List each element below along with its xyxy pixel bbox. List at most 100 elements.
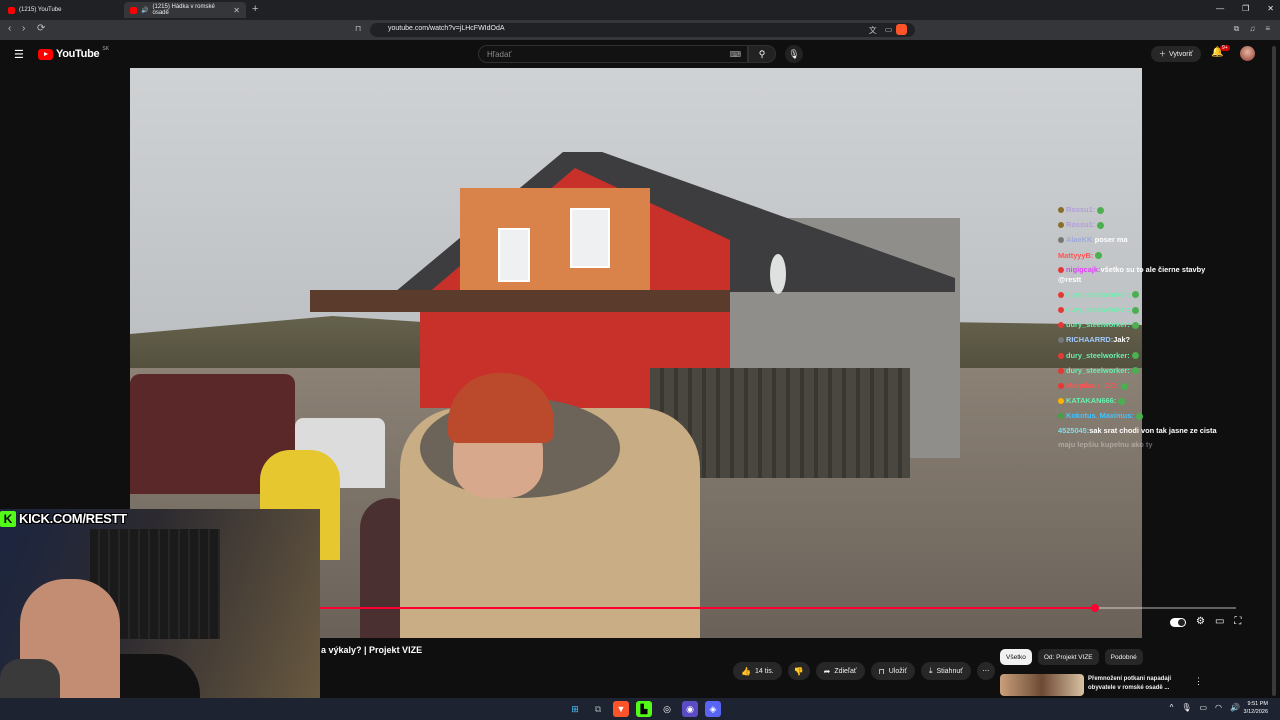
new-tab-button[interactable]: + [252, 3, 258, 15]
close-window-icon[interactable]: ✕ [1267, 4, 1274, 13]
kick-logo-icon: K [0, 510, 16, 527]
extensions-icon[interactable]: ⧉ [1234, 24, 1240, 34]
chat-message: 4525045:sak srat chodi von tak jasne ze … [1058, 426, 1230, 436]
chat-badge-icon [1058, 413, 1064, 420]
wifi-icon[interactable]: ◠ [1215, 703, 1222, 712]
translate-icon[interactable]: 文 [869, 25, 877, 36]
download-button[interactable]: ⤓ Stiahnuť [920, 662, 971, 680]
media-icon[interactable]: ♫ [1249, 24, 1255, 34]
account-avatar[interactable] [1240, 46, 1255, 61]
cast-icon[interactable]: ▭ [885, 25, 893, 36]
volume-icon[interactable]: 🔊 [1230, 703, 1240, 712]
brave-browser-icon[interactable]: ▼ [613, 701, 629, 717]
chip-from-channel[interactable]: Od: Projekt VIZE [1037, 649, 1099, 665]
brave-shield-icon[interactable] [896, 24, 907, 35]
hamburger-menu-icon[interactable]: ☰ [14, 48, 24, 61]
chat-message: Marpilaus_OG: [1058, 378, 1230, 393]
mic-tray-icon[interactable]: 🎙 [1181, 703, 1191, 712]
recommended-video[interactable]: Přemnožení potkani napadají obyvatele v … [1000, 674, 1270, 696]
voice-search-button[interactable]: 🎙 [785, 45, 803, 63]
download-label: Stiahnuť [936, 667, 963, 675]
window-controls: — ❐ ✕ [1216, 4, 1274, 13]
dislike-button[interactable]: 👎 [787, 662, 810, 680]
share-button[interactable]: ➦ Zdieľať [815, 662, 865, 680]
like-button[interactable]: 👍 14 tis. [733, 662, 782, 680]
discord-icon[interactable]: ◈ [705, 701, 721, 717]
save-button[interactable]: ⊓ Uložiť [870, 662, 915, 680]
menu-icon[interactable]: ≡ [1265, 24, 1270, 34]
url-field[interactable]: youtube.com/watch?v=jLHcFWIdOdA 文 ▭ ⇪ [370, 23, 915, 37]
kick-app-icon[interactable]: ▙ [636, 701, 652, 717]
chat-emote-icon [1097, 221, 1105, 229]
microphone-icon: 🎙 [788, 49, 800, 59]
create-label: Vytvoriť [1169, 50, 1193, 58]
chat-username[interactable]: dury_steelworker: [1066, 290, 1130, 299]
windows-start-icon[interactable]: ⊞ [567, 701, 583, 717]
chat-username[interactable]: 4525045: [1058, 426, 1089, 435]
github-icon[interactable]: ◎ [659, 701, 675, 717]
theater-mode-icon[interactable]: ▭ [1215, 616, 1224, 627]
reload-icon[interactable]: ⟳ [37, 23, 45, 34]
chat-username[interactable]: Rossu1: [1066, 220, 1095, 229]
chat-username[interactable]: dury_steelworker: [1066, 305, 1130, 314]
download-icon: ⤓ [928, 666, 933, 675]
chat-message: nigigcajk:všetko su to ale čierne stavby… [1058, 265, 1230, 285]
chat-username[interactable]: Rossu1: [1066, 205, 1095, 214]
chat-username[interactable]: MattyyyB: [1058, 251, 1093, 260]
bookmark-icon[interactable]: ⊓ [355, 24, 361, 33]
fullscreen-icon[interactable]: ⛶ [1234, 616, 1241, 627]
more-actions-button[interactable]: ⋯ [976, 662, 995, 680]
chat-text: poser ma [1094, 235, 1128, 245]
search-input[interactable]: Hľadať ⌨ [478, 45, 748, 63]
chat-username[interactable]: AlaeKK: [1066, 235, 1095, 244]
obs-icon[interactable]: ◉ [682, 701, 698, 717]
display-icon[interactable]: ▭ [1199, 703, 1207, 712]
chat-username[interactable]: dury_steelworker: [1066, 320, 1130, 329]
chip-all[interactable]: Všetko [1000, 649, 1032, 665]
address-bar-row: ‹ › ⟳ ⊓ youtube.com/watch?v=jLHcFWIdOdA … [0, 20, 1280, 40]
browser-tab[interactable]: (1215) YouTube [2, 2, 118, 18]
recommended-thumbnail[interactable] [1000, 674, 1084, 696]
search-button[interactable]: ⚲ [748, 45, 776, 63]
task-view-icon[interactable]: ⧉ [590, 701, 606, 717]
chat-emote-icon [1095, 252, 1103, 260]
chat-username[interactable]: Marpilaus_OG: [1066, 381, 1119, 390]
more-options-icon[interactable]: ⋮ [1194, 676, 1203, 687]
like-count: 14 tis. [754, 667, 774, 675]
chat-username[interactable]: nigigcajk: [1066, 265, 1101, 274]
chat-username[interactable]: RICHAARRD: [1066, 335, 1113, 344]
chat-text: sak srat chodi von tak jasne ze cista [1089, 425, 1217, 435]
recommended-title[interactable]: Přemnožení potkani napadají obyvatele v … [1088, 675, 1188, 693]
taskbar-clock[interactable]: 9:51 PM 3/12/2026 [1244, 700, 1268, 716]
chat-username[interactable]: KATAKAN666: [1066, 396, 1116, 405]
youtube-logo[interactable]: YouTube SK [38, 46, 109, 60]
chat-username[interactable]: Kokotus_Maximus: [1066, 411, 1134, 420]
kick-banner: K KICK.COM/RESTT [0, 509, 127, 528]
chat-username[interactable]: dury_steelworker: [1066, 351, 1130, 360]
browser-tab-active[interactable]: 🔊 (1215) Hádka v romské osadě ✕ [124, 2, 246, 18]
progress-scrubber[interactable] [1091, 604, 1099, 612]
logo-text: YouTube [56, 48, 100, 60]
search-icon: ⚲ [758, 49, 766, 59]
chat-badge-icon [1058, 307, 1064, 314]
forward-icon[interactable]: › [22, 23, 25, 34]
chip-related[interactable]: Podobné [1104, 649, 1143, 665]
thumbs-up-icon: 👍 [741, 666, 751, 676]
chat-username[interactable]: dury_steelworker: [1066, 366, 1130, 375]
settings-gear-icon[interactable]: ⚙ [1196, 616, 1205, 627]
more-dots-icon: ⋯ [982, 668, 990, 675]
autoplay-toggle[interactable] [1170, 618, 1186, 627]
close-tab-icon[interactable]: ✕ [233, 6, 240, 15]
kick-url: KICK.COM/RESTT [19, 511, 127, 526]
minimize-icon[interactable]: — [1216, 4, 1224, 13]
back-icon[interactable]: ‹ [8, 23, 11, 34]
page-scrollbar[interactable] [1272, 46, 1276, 696]
create-button[interactable]: ＋ Vytvoriť [1151, 46, 1201, 62]
notifications-badge: 9+ [1220, 45, 1230, 51]
keyboard-icon[interactable]: ⌨ [729, 50, 741, 59]
tray-chevron-icon[interactable]: ^ [1170, 703, 1174, 712]
video-window [498, 228, 530, 282]
maximize-icon[interactable]: ❐ [1242, 4, 1249, 13]
chat-emote-icon [1131, 367, 1139, 375]
extensions: ⧉ ♫ ≡ [1234, 24, 1270, 34]
